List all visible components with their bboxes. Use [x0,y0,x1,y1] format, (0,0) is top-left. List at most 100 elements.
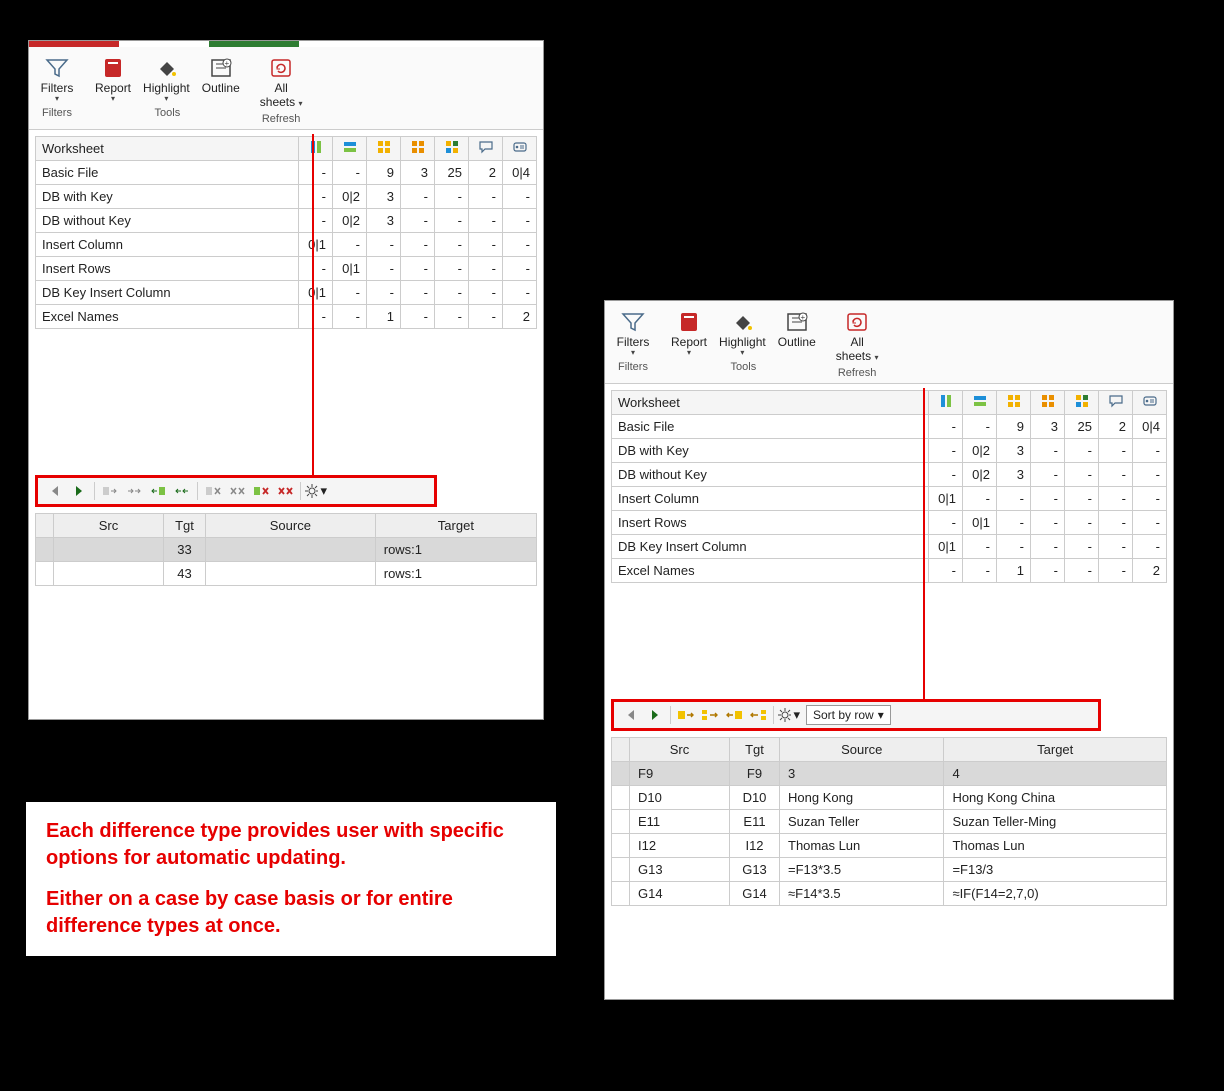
col-names-icon[interactable] [503,137,537,161]
cell-tgt: 33 [164,538,206,562]
col-worksheet[interactable]: Worksheet [36,137,299,161]
col-diff-cells1-icon[interactable] [367,137,401,161]
col-diff-columns-icon[interactable] [299,137,333,161]
table-row[interactable]: Insert Rows-0|1----- [36,257,537,281]
table-row[interactable]: F9F934 [612,762,1167,786]
copy-left-cell-button[interactable] [723,705,745,725]
cell-tgt: I12 [730,834,780,858]
col-diff-rows-icon[interactable] [333,137,367,161]
table-row[interactable]: DB with Key-0|23---- [612,439,1167,463]
settings-button[interactable]: ▾ [305,481,327,501]
copy-left-button[interactable] [147,481,169,501]
table-row[interactable]: Excel Names--1---2 [612,559,1167,583]
refresh-all-button[interactable]: All sheets ▾ [254,53,309,111]
cell-marker [612,882,630,906]
table-row[interactable]: Insert Column0|1------ [36,233,537,257]
copy-right-cell-button[interactable] [675,705,697,725]
col-target[interactable]: Target [944,738,1167,762]
worksheet-summary-table[interactable]: Worksheet Basic File--932520|4DB with Ke… [611,390,1167,583]
cell-val: - [929,559,963,583]
cell-marker [612,858,630,882]
action-toolbar-highlight: ▾ Sort by row▾ [611,699,1101,731]
copy-right-all-button[interactable] [123,481,145,501]
outline-label: Outline [778,335,816,349]
cell-worksheet-name: DB Key Insert Column [612,535,929,559]
report-button[interactable]: Report▾ [665,307,713,359]
col-target[interactable]: Target [375,514,536,538]
table-row[interactable]: DB with Key-0|23---- [36,185,537,209]
copy-left-cell-all-button[interactable] [747,705,769,725]
col-worksheet[interactable]: Worksheet [612,391,929,415]
col-source[interactable]: Source [780,738,944,762]
highlight-button[interactable]: Highlight▾ [713,307,772,359]
table-row[interactable]: E11E11Suzan TellerSuzan Teller-Ming [612,810,1167,834]
next-diff-button[interactable] [68,481,90,501]
table-row[interactable]: G13G13=F13*3.5=F13/3 [612,858,1167,882]
cell-target: 4 [944,762,1167,786]
copy-left-all-button[interactable] [171,481,193,501]
table-row[interactable]: 43rows:1 [36,562,537,586]
difference-detail-table[interactable]: Src Tgt Source Target 33rows:143rows:1 [35,513,537,586]
table-row[interactable]: DB without Key-0|23---- [36,209,537,233]
table-row[interactable]: I12I12Thomas LunThomas Lun [612,834,1167,858]
cell-val: - [929,463,963,487]
col-tgt[interactable]: Tgt [730,738,780,762]
cell-source: Thomas Lun [780,834,944,858]
table-row[interactable]: G14G14≈F14*3.5≈IF(F14=2,7,0) [612,882,1167,906]
col-names-icon[interactable] [1133,391,1167,415]
cell-src: G14 [630,882,730,906]
table-row[interactable]: DB Key Insert Column0|1------ [612,535,1167,559]
delete-red-button[interactable] [250,481,272,501]
copy-right-cell-all-button[interactable] [699,705,721,725]
delete-gray-button[interactable] [202,481,224,501]
col-diff-columns-icon[interactable] [929,391,963,415]
difference-detail-table[interactable]: Src Tgt Source Target F9F934D10D10Hong K… [611,737,1167,906]
outline-button[interactable]: + Outline [196,53,246,105]
table-row[interactable]: Basic File--932520|4 [36,161,537,185]
filters-button[interactable]: Filters ▾ [609,307,657,359]
table-row[interactable]: 33rows:1 [36,538,537,562]
col-diff-cells3-icon[interactable] [435,137,469,161]
paint-bucket-icon [151,55,181,81]
outline-button[interactable]: +Outline [772,307,822,359]
col-src[interactable]: Src [630,738,730,762]
cell-val: - [503,281,537,305]
table-row[interactable]: Insert Column0|1------ [612,487,1167,511]
next-diff-button[interactable] [644,705,666,725]
copy-right-button[interactable] [99,481,121,501]
highlight-button[interactable]: Highlight ▾ [137,53,196,105]
col-diff-cells3-icon[interactable] [1065,391,1099,415]
table-row[interactable]: Excel Names--1---2 [36,305,537,329]
cell-target: Hong Kong China [944,786,1167,810]
worksheet-summary-table[interactable]: Worksheet Basic File--932520|4DB with Ke… [35,136,537,329]
prev-diff-button[interactable] [620,705,642,725]
col-diff-cells2-icon[interactable] [401,137,435,161]
table-row[interactable]: DB without Key-0|23---- [612,463,1167,487]
cell-val: - [299,185,333,209]
group-label-filters: Filters [33,105,81,121]
refresh-all-button[interactable]: Allsheets ▾ [830,307,885,365]
table-row[interactable]: Insert Rows-0|1----- [612,511,1167,535]
sort-dropdown[interactable]: Sort by row▾ [806,705,891,725]
col-source[interactable]: Source [206,514,376,538]
settings-button[interactable]: ▾ [778,705,800,725]
table-row[interactable]: DB Key Insert Column0|1------ [36,281,537,305]
col-diff-cells1-icon[interactable] [997,391,1031,415]
cell-val: - [929,511,963,535]
col-src[interactable]: Src [54,514,164,538]
col-comments-icon[interactable] [469,137,503,161]
prev-diff-button[interactable] [44,481,66,501]
col-diff-rows-icon[interactable] [963,391,997,415]
col-tgt[interactable]: Tgt [164,514,206,538]
table-row[interactable]: D10D10Hong KongHong Kong China [612,786,1167,810]
table-row[interactable]: Basic File--932520|4 [612,415,1167,439]
report-button[interactable]: Report ▾ [89,53,137,105]
notebook-icon [98,55,128,81]
cell-val: - [435,185,469,209]
delete-red-all-button[interactable] [274,481,296,501]
delete-gray-all-button[interactable] [226,481,248,501]
cell-val: 0|1 [929,535,963,559]
filters-button[interactable]: Filters ▾ [33,53,81,105]
col-comments-icon[interactable] [1099,391,1133,415]
col-diff-cells2-icon[interactable] [1031,391,1065,415]
